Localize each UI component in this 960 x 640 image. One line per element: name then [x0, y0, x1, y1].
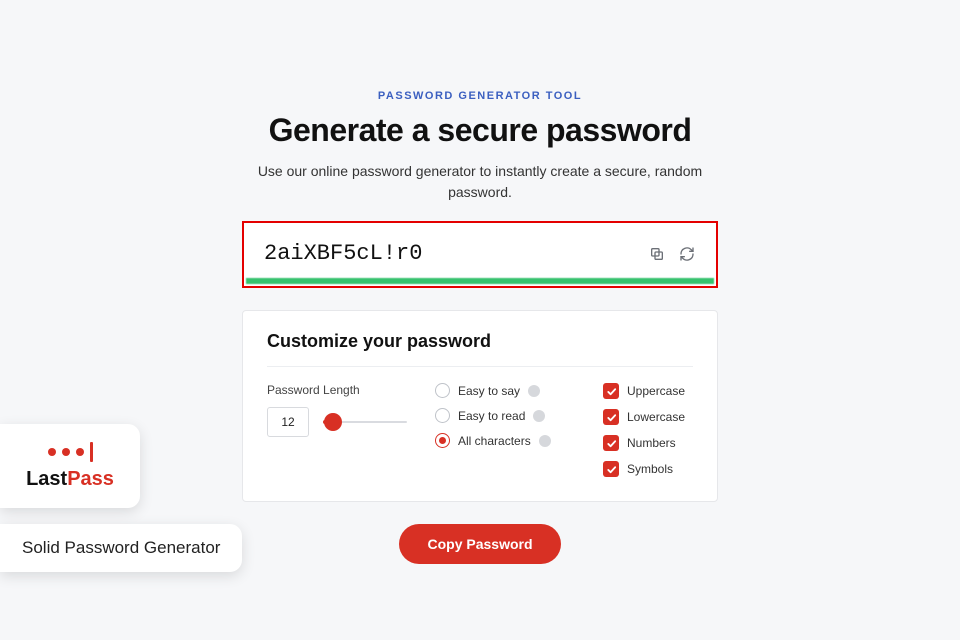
- checkbox-icon: [603, 461, 619, 477]
- radio-easy-say[interactable]: Easy to say: [435, 383, 575, 398]
- password-display: 2aiXBF5cL!r0: [242, 221, 718, 288]
- length-slider[interactable]: [323, 420, 407, 424]
- page-title: Generate a secure password: [269, 112, 692, 149]
- radio-icon: [435, 383, 450, 398]
- info-icon[interactable]: [533, 410, 545, 422]
- length-label: Password Length: [267, 383, 407, 397]
- copy-icon[interactable]: [648, 245, 666, 263]
- length-input[interactable]: [267, 407, 309, 437]
- eyebrow: PASSWORD GENERATOR TOOL: [378, 90, 582, 102]
- radio-all-characters[interactable]: All characters: [435, 433, 575, 448]
- radio-label: Easy to read: [458, 409, 525, 423]
- radio-label: Easy to say: [458, 384, 520, 398]
- radio-easy-read[interactable]: Easy to read: [435, 408, 575, 423]
- copy-password-button[interactable]: Copy Password: [399, 524, 560, 564]
- generated-password: 2aiXBF5cL!r0: [264, 241, 648, 266]
- brand-name: LastPass: [26, 468, 114, 491]
- info-icon[interactable]: [539, 435, 551, 447]
- refresh-icon[interactable]: [678, 245, 696, 263]
- caption-card: Solid Password Generator: [0, 524, 242, 572]
- checkbox-icon: [603, 435, 619, 451]
- radio-label: All characters: [458, 434, 531, 448]
- caption-text: Solid Password Generator: [22, 538, 220, 557]
- customize-panel: Customize your password Password Length …: [242, 310, 718, 502]
- check-numbers[interactable]: Numbers: [603, 435, 685, 451]
- check-label: Numbers: [627, 436, 676, 450]
- info-icon[interactable]: [528, 385, 540, 397]
- panel-title: Customize your password: [267, 331, 693, 367]
- brand-logo-icon: [48, 442, 93, 462]
- check-label: Lowercase: [627, 410, 685, 424]
- check-uppercase[interactable]: Uppercase: [603, 383, 685, 399]
- brand-card: LastPass: [0, 424, 140, 508]
- check-lowercase[interactable]: Lowercase: [603, 409, 685, 425]
- check-label: Symbols: [627, 462, 673, 476]
- checkbox-icon: [603, 409, 619, 425]
- check-label: Uppercase: [627, 384, 685, 398]
- radio-icon: [435, 433, 450, 448]
- checkbox-icon: [603, 383, 619, 399]
- radio-icon: [435, 408, 450, 423]
- page-subtitle: Use our online password generator to ins…: [240, 161, 720, 203]
- check-symbols[interactable]: Symbols: [603, 461, 685, 477]
